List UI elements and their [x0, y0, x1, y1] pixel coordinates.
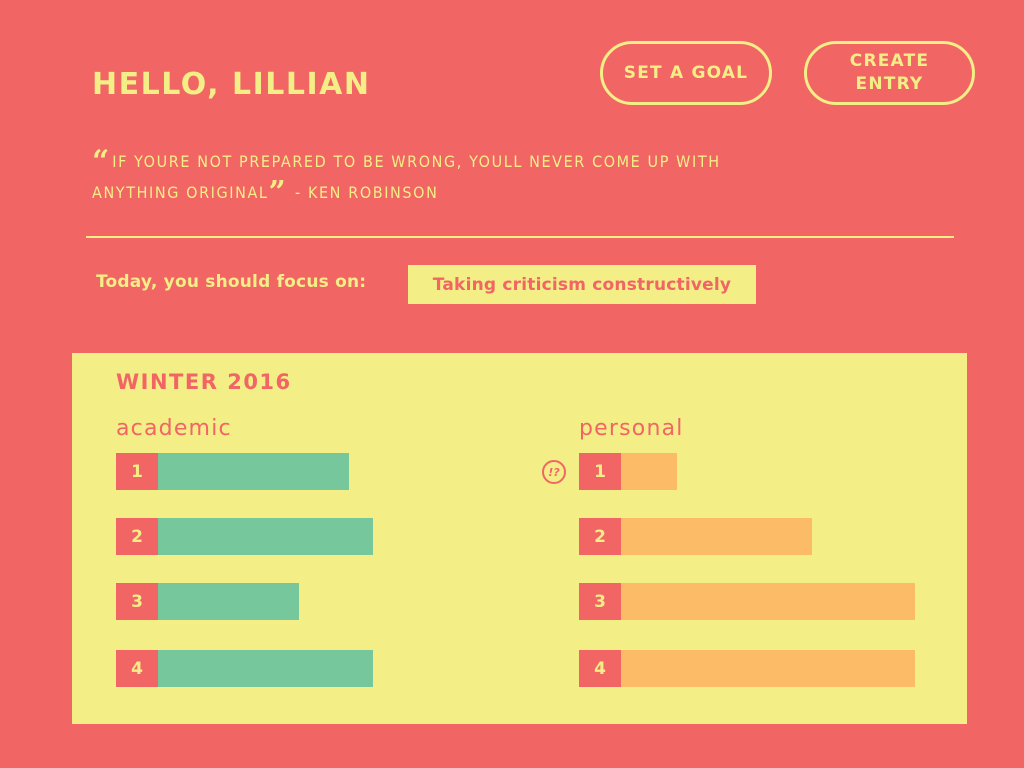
- academic-bar-fill: [158, 518, 373, 555]
- personal-bar-number: 2: [579, 518, 621, 555]
- personal-bar-row[interactable]: 3: [579, 583, 915, 620]
- personal-bar-fill: [621, 650, 915, 687]
- progress-panel: WINTER 2016 academic personal !? 1 2 3 4 1 2…: [72, 353, 967, 724]
- academic-bar-fill: [158, 583, 299, 620]
- personal-title: personal: [579, 416, 684, 441]
- academic-bar-number: 2: [116, 518, 158, 555]
- focus-value: Taking criticism constructively: [408, 265, 756, 304]
- academic-bar-row[interactable]: 2: [116, 518, 373, 555]
- personal-bar-row[interactable]: 4: [579, 650, 915, 687]
- personal-bar-number: 1: [579, 453, 621, 490]
- academic-bar-number: 3: [116, 583, 158, 620]
- inspirational-quote: “IF YOURE NOT PREPARED TO BE WRONG, YOUL…: [92, 146, 792, 208]
- set-goal-button[interactable]: SET A GOAL: [600, 41, 772, 105]
- academic-bar-number: 4: [116, 650, 158, 687]
- academic-bar-fill: [158, 650, 373, 687]
- create-entry-button[interactable]: CREATE ENTRY: [804, 41, 975, 105]
- personal-bar-fill: [621, 583, 915, 620]
- close-quote-mark: ”: [268, 175, 286, 210]
- personal-bar-number: 4: [579, 650, 621, 687]
- personal-bar-fill: [621, 518, 812, 555]
- academic-bar-row[interactable]: 1: [116, 453, 349, 490]
- open-quote-mark: “: [92, 144, 110, 179]
- personal-bar-fill: [621, 453, 677, 490]
- academic-bar-number: 1: [116, 453, 158, 490]
- academic-title: academic: [116, 416, 232, 441]
- academic-bar-row[interactable]: 3: [116, 583, 299, 620]
- greeting-title: HELLO, LILLIAN: [92, 67, 371, 102]
- personal-bar-number: 3: [579, 583, 621, 620]
- season-title: WINTER 2016: [116, 370, 292, 394]
- quote-attribution: - KEN ROBINSON: [294, 183, 439, 202]
- alert-icon[interactable]: !?: [542, 460, 566, 484]
- personal-bar-row[interactable]: 1: [579, 453, 677, 490]
- academic-bar-fill: [158, 453, 349, 490]
- personal-bar-row[interactable]: 2: [579, 518, 812, 555]
- focus-label: Today, you should focus on:: [96, 272, 367, 292]
- section-divider: [86, 236, 954, 238]
- academic-bar-row[interactable]: 4: [116, 650, 373, 687]
